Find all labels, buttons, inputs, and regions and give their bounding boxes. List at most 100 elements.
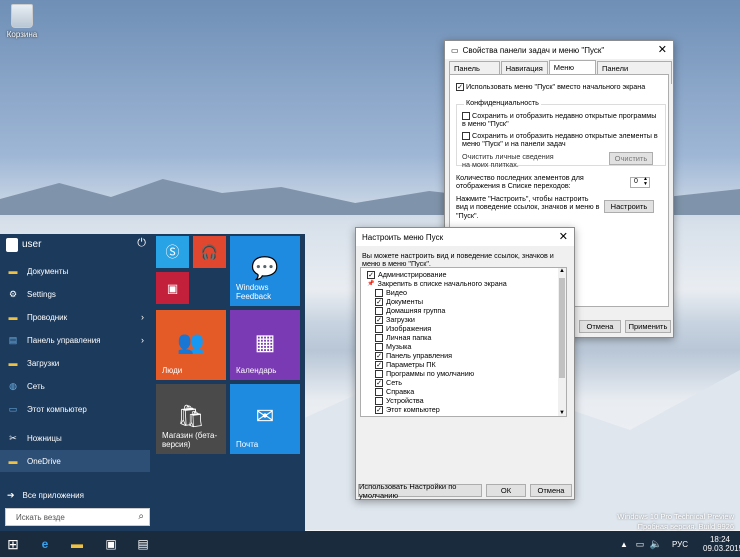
start-menu-left-pane: user ⏻ ▬ Документы ⚙ Settings ▬ Проводник › ▤ Па… — [0, 234, 150, 531]
start-menu-item[interactable]: ▬ Загрузки — [0, 352, 150, 374]
privacy-option-items[interactable]: Сохранить и отобразить недавно открытые … — [462, 131, 662, 149]
customize-button[interactable]: Настроить — [604, 200, 654, 213]
customize-list-item[interactable]: Музыка — [375, 342, 411, 351]
customize-list-item-label: Этот компьютер — [386, 405, 440, 414]
customize-list-item[interactable]: Домашняя группа — [375, 306, 445, 315]
user-row[interactable]: user ⏻ — [0, 234, 150, 256]
chevron-right-icon[interactable]: › — [141, 312, 144, 322]
clock[interactable]: 18:24 09.03.2015 — [703, 535, 740, 553]
clear-button[interactable]: Очистить — [609, 152, 653, 165]
start-menu-item[interactable]: ▭ Этот компьютер — [0, 398, 150, 420]
option-checkbox[interactable]: ✓ — [375, 360, 383, 369]
properties-cancel-button[interactable]: Отмена — [579, 320, 621, 333]
customize-options-list[interactable]: ✓ Администрирование 📌 Закрепить в списке на… — [360, 267, 567, 417]
customize-dialog-titlebar[interactable]: Настроить меню Пуск ✕ — [356, 228, 574, 246]
tile-mail[interactable]: ✉ Почта — [230, 384, 300, 454]
customize-list-item[interactable]: ✓ Документы — [375, 297, 423, 306]
option-checkbox[interactable] — [375, 306, 383, 315]
start-menu-item[interactable]: ▬ Проводник › — [0, 306, 150, 328]
control-panel-taskbar-icon[interactable]: ▤ — [134, 535, 152, 553]
control-panel-icon: ▤ — [8, 334, 18, 345]
customize-list-item[interactable]: Изображения — [375, 324, 431, 333]
properties-window-icon: ▭ — [451, 45, 459, 55]
customize-list-item[interactable]: Видео — [375, 288, 407, 297]
start-menu-item[interactable]: ▬ OneDrive — [0, 450, 150, 472]
start-menu-item[interactable]: ◍ Сеть — [0, 375, 150, 397]
customize-label: Нажмите "Настроить", чтобы настроить вид… — [456, 194, 600, 220]
tile-store[interactable]: 🛍 Магазин (бета-версия) — [156, 384, 226, 454]
folder-icon: ▬ — [8, 312, 18, 322]
recent-count-stepper[interactable]: 0 ▲ ▼ — [630, 177, 650, 188]
scrollbar-thumb[interactable] — [559, 278, 565, 378]
customize-list-item[interactable]: ✓ Администрирование — [367, 270, 447, 279]
start-menu: user ⏻ ▬ Документы ⚙ Settings ▬ Проводник › ▤ Па… — [0, 234, 305, 531]
option-checkbox[interactable] — [375, 333, 383, 342]
tile-calendar[interactable]: ▦ Календарь — [230, 310, 300, 380]
option-checkbox[interactable] — [375, 288, 383, 297]
ok-button[interactable]: ОК — [486, 484, 526, 497]
tile-windows-feedback[interactable]: 💬 Windows Feedback — [230, 236, 300, 306]
start-menu-item[interactable]: ▬ Документы — [0, 260, 150, 282]
customize-list-item[interactable]: ✓ Панель управления — [375, 351, 452, 360]
customize-list-item[interactable]: Устройства — [375, 396, 424, 405]
option-checkbox[interactable] — [375, 369, 383, 378]
start-menu-item-label: Документы — [27, 266, 69, 276]
option-checkbox[interactable] — [375, 396, 383, 405]
use-start-menu-checkbox[interactable]: ✓ — [456, 83, 464, 92]
option-checkbox[interactable]: ✓ — [375, 315, 383, 324]
use-start-menu-option[interactable]: ✓ Использовать меню "Пуск" вместо началь… — [456, 82, 646, 92]
option-checkbox[interactable] — [375, 324, 383, 333]
customize-list-item[interactable]: ✓ Сеть — [375, 378, 402, 387]
scroll-up-icon[interactable]: ▲ — [559, 268, 565, 274]
spin-arrows-icon[interactable]: ▲ ▼ — [643, 177, 648, 187]
tile-skype[interactable]: Ⓢ — [156, 236, 189, 268]
tile-people[interactable]: 👥 Люди — [156, 310, 226, 380]
start-menu-item[interactable]: ⚙ Settings — [0, 283, 150, 305]
volume-icon[interactable]: 🔈 — [647, 535, 665, 553]
taskbar-properties-titlebar[interactable]: ▭ Свойства панели задач и меню "Пуск" ✕ — [445, 41, 673, 59]
close-icon[interactable]: ✕ — [658, 43, 667, 56]
tile-music[interactable]: 🎧 — [193, 236, 226, 268]
option-checkbox[interactable] — [375, 342, 383, 351]
chevron-right-icon[interactable]: › — [141, 335, 144, 345]
scroll-down-icon[interactable]: ▼ — [559, 410, 565, 416]
option-checkbox[interactable]: ✓ — [367, 270, 375, 279]
customize-dialog-title: Настроить меню Пуск — [362, 232, 444, 242]
option-checkbox[interactable] — [375, 387, 383, 396]
apply-button[interactable]: Применить — [625, 320, 671, 333]
customize-list-item[interactable]: Справка — [375, 387, 414, 396]
use-start-menu-label: Использовать меню "Пуск" вместо начально… — [466, 82, 646, 91]
folder-icon: ▬ — [8, 358, 18, 368]
start-menu-item-label: Сеть — [27, 381, 45, 391]
close-icon[interactable]: ✕ — [559, 230, 568, 243]
option-checkbox[interactable]: ✓ — [375, 297, 383, 306]
option-checkbox[interactable]: ✓ — [375, 378, 383, 387]
recycle-bin-desktop-icon[interactable]: Корзина — [4, 4, 40, 39]
customize-list-item[interactable]: Программы по умолчанию — [375, 369, 474, 378]
file-explorer-icon[interactable]: ▬ — [68, 535, 86, 553]
start-menu-item[interactable]: ▤ Панель управления › — [0, 329, 150, 351]
list-scrollbar[interactable]: ▲ ▼ — [558, 268, 566, 416]
tile-video[interactable]: ▣ — [156, 272, 189, 304]
taskbar: ⊞ e ▬ ▣ ▤ ▲ ▭ 🔈 РУС 18:24 09.03.2015 — [0, 531, 740, 557]
customize-cancel-button[interactable]: Отмена — [530, 484, 572, 497]
customize-list-item[interactable]: Личная папка — [375, 333, 431, 342]
internet-explorer-icon[interactable]: e — [36, 535, 54, 553]
customize-list-item[interactable]: ✓ Параметры ПК — [375, 360, 436, 369]
language-indicator[interactable]: РУС — [672, 540, 688, 549]
search-box[interactable]: Искать везде ⌕ — [5, 508, 150, 526]
all-apps-button[interactable]: ➔ Все приложения — [0, 486, 150, 504]
customize-list-item[interactable]: ✓ Этот компьютер — [375, 405, 440, 414]
privacy-option-programs[interactable]: Сохранить и отобразить недавно открытые … — [462, 111, 662, 129]
customize-list-item[interactable]: ✓ Загрузки — [375, 315, 415, 324]
clear-info-label: Очистить личные сведения на моих плитках… — [462, 152, 554, 170]
clock-date: 09.03.2015 — [703, 544, 740, 553]
use-defaults-button[interactable]: Использовать Настройки по умолчанию — [358, 482, 482, 500]
start-menu-item[interactable]: ✂ Ножницы — [0, 427, 150, 449]
customize-list-item[interactable]: 📌 Закрепить в списке начального экрана — [367, 279, 507, 288]
power-icon[interactable]: ⏻ — [137, 237, 146, 250]
option-checkbox[interactable]: ✓ — [375, 351, 383, 360]
store-icon[interactable]: ▣ — [102, 535, 120, 553]
option-checkbox[interactable]: ✓ — [375, 405, 383, 414]
start-button-windows-icon[interactable]: ⊞ — [4, 535, 22, 553]
